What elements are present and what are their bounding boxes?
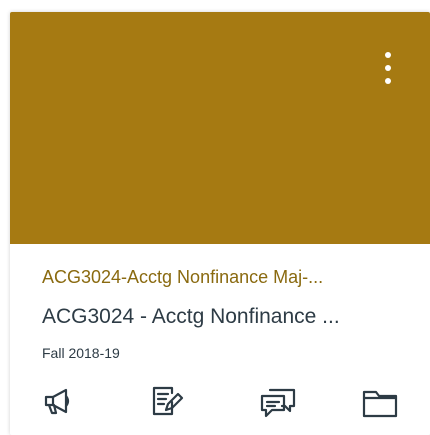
menu-dot bbox=[385, 78, 391, 84]
files-icon[interactable] bbox=[360, 382, 400, 422]
course-short-name-link[interactable]: ACG3024-Acctg Nonfinance Maj-... bbox=[42, 266, 412, 288]
menu-dot bbox=[385, 52, 391, 58]
course-name: ACG3024 - Acctg Nonfinance ... bbox=[42, 305, 340, 328]
course-term: Fall 2018-19 bbox=[42, 345, 120, 361]
more-vertical-icon[interactable] bbox=[380, 48, 396, 92]
announcements-icon[interactable] bbox=[40, 382, 80, 422]
dashboard-page: ACG3024-Acctg Nonfinance Maj-... ACG3024… bbox=[0, 0, 430, 435]
course-card-header[interactable] bbox=[10, 12, 430, 244]
course-card-actions bbox=[10, 382, 430, 422]
discussions-icon[interactable] bbox=[258, 382, 298, 422]
course-card: ACG3024-Acctg Nonfinance Maj-... ACG3024… bbox=[10, 12, 430, 435]
assignments-icon[interactable] bbox=[146, 382, 186, 422]
menu-dot bbox=[385, 65, 391, 71]
